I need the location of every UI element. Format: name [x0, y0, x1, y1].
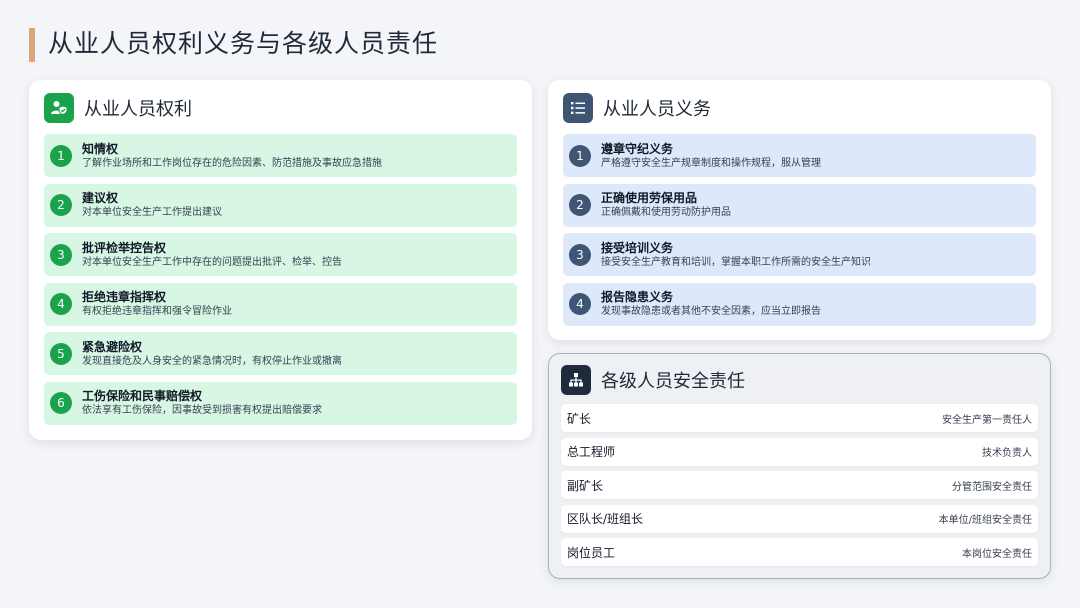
duties-card: 从业人员义务 1 遵章守纪义务 严格遵守安全生产规章制度和操作规程，服从管理 2…	[548, 80, 1051, 340]
duties-item: 4 报告隐患义务 发现事故隐患或者其他不安全因素，应当立即报告	[563, 282, 1036, 326]
duties-item-desc: 严格遵守安全生产规章制度和操作规程，服从管理	[601, 157, 821, 169]
rights-item-desc: 依法享有工伤保险，因事故受到损害有权提出赔偿要求	[82, 405, 322, 416]
rights-item: 1 知情权 了解作业场所和工作岗位存在的危险因素、防范措施及事故应急措施	[44, 134, 517, 177]
rights-item-title: 批评检举控告权	[82, 240, 167, 255]
rights-title: 从业人员权利	[84, 99, 192, 120]
responsibility-duty: 技术负责人	[982, 448, 1032, 459]
rights-item-title: 建议权	[82, 191, 119, 205]
duties-item-desc: 正确佩戴和使用劳动防护用品	[601, 207, 731, 218]
duties-item: 1 遵章守纪义务 严格遵守安全生产规章制度和操作规程，服从管理	[563, 134, 1036, 177]
rights-item-number: 4	[50, 293, 72, 315]
rights-item: 2 建议权 对本单位安全生产工作提出建议	[44, 183, 517, 227]
rights-item-title: 知情权	[82, 141, 119, 156]
responsibility-row: 副矿长 分管范围安全责任	[561, 471, 1038, 499]
duties-item-desc: 发现事故隐患或者其他不安全因素，应当立即报告	[601, 306, 821, 317]
rights-item-desc: 对本单位安全生产工作中存在的问题提出批评、检举、控告	[82, 256, 342, 268]
duties-item-title: 接受培训义务	[601, 240, 674, 255]
responsibility-row: 矿长 安全生产第一责任人	[561, 404, 1038, 432]
duties-item: 3 接受培训义务 接受安全生产教育和培训，掌握本职工作所需的安全生产知识	[563, 233, 1036, 276]
responsibility-role: 矿长	[567, 411, 592, 426]
rights-item-desc: 发现直接危及人身安全的紧急情况时，有权停止作业或撤离	[82, 355, 342, 367]
rights-item-number: 5	[50, 342, 72, 365]
rights-item-desc: 了解作业场所和工作岗位存在的危险因素、防范措施及事故应急措施	[82, 157, 382, 169]
rights-item-desc: 对本单位安全生产工作提出建议	[82, 207, 222, 218]
rights-item-number: 2	[50, 194, 72, 216]
rights-item-title: 工伤保险和民事赔偿权	[82, 389, 203, 403]
responsibility-duty: 本岗位安全责任	[962, 548, 1032, 560]
responsibility-row: 总工程师 技术负责人	[561, 437, 1038, 466]
rights-item-title: 紧急避险权	[82, 339, 143, 354]
duties-item-number: 1	[569, 144, 591, 167]
rights-header: 从业人员权利	[44, 93, 192, 123]
responsibility-duty: 安全生产第一责任人	[942, 414, 1032, 426]
responsibility-title: 各级人员安全责任	[601, 371, 745, 392]
responsibility-list: 矿长 安全生产第一责任人 总工程师 技术负责人 副矿长 分管范围安全责任 区队长…	[561, 404, 1038, 572]
responsibility-row: 岗位员工 本岗位安全责任	[561, 538, 1038, 566]
rights-item: 5 紧急避险权 发现直接危及人身安全的紧急情况时，有权停止作业或撤离	[44, 332, 517, 375]
rights-item: 4 拒绝违章指挥权 有权拒绝违章指挥和强令冒险作业	[44, 282, 517, 326]
duties-item-number: 3	[569, 243, 591, 266]
duties-item-desc: 接受安全生产教育和培训，掌握本职工作所需的安全生产知识	[601, 256, 871, 268]
responsibility-role: 区队长/班组长	[567, 512, 644, 526]
rights-item-title: 拒绝违章指挥权	[82, 290, 167, 304]
rights-item-number: 6	[50, 392, 72, 414]
duties-item-number: 2	[569, 194, 591, 216]
duties-title: 从业人员义务	[603, 99, 711, 120]
responsibility-duty: 分管范围安全责任	[952, 481, 1032, 493]
rights-item: 3 批评检举控告权 对本单位安全生产工作中存在的问题提出批评、检举、控告	[44, 233, 517, 276]
responsibility-header: 各级人员安全责任	[561, 365, 745, 395]
rights-item-number: 1	[50, 144, 72, 167]
user-shield-icon	[44, 93, 74, 123]
responsibility-row: 区队长/班组长 本单位/班组安全责任	[561, 504, 1038, 533]
duties-item-number: 4	[569, 293, 591, 315]
responsibility-role: 副矿长	[567, 478, 604, 493]
responsibility-role: 总工程师	[567, 445, 616, 459]
duties-item-title: 正确使用劳保用品	[601, 191, 698, 205]
rights-item-desc: 有权拒绝违章指挥和强令冒险作业	[82, 306, 232, 317]
page-title: 从业人员权利义务与各级人员责任	[48, 29, 439, 58]
duties-item: 2 正确使用劳保用品 正确佩戴和使用劳动防护用品	[563, 183, 1036, 227]
responsibility-duty: 本单位/班组安全责任	[938, 515, 1032, 526]
duties-header: 从业人员义务	[563, 93, 711, 123]
duties-item-title: 遵章守纪义务	[601, 141, 674, 156]
org-chart-icon	[561, 365, 591, 395]
responsibility-card: 各级人员安全责任 矿长 安全生产第一责任人 总工程师 技术负责人 副矿长 分管范…	[548, 353, 1051, 579]
rights-card: 从业人员权利 1 知情权 了解作业场所和工作岗位存在的危险因素、防范措施及事故应…	[29, 80, 532, 440]
responsibility-role: 岗位员工	[567, 545, 616, 560]
rights-list: 1 知情权 了解作业场所和工作岗位存在的危险因素、防范措施及事故应急措施 2 建…	[44, 134, 517, 431]
rights-item-number: 3	[50, 243, 72, 266]
rights-item: 6 工伤保险和民事赔偿权 依法享有工伤保险，因事故受到损害有权提出赔偿要求	[44, 381, 517, 425]
title-accent-bar	[29, 28, 35, 62]
duties-item-title: 报告隐患义务	[601, 290, 674, 304]
checklist-icon	[563, 93, 593, 123]
duties-list: 1 遵章守纪义务 严格遵守安全生产规章制度和操作规程，服从管理 2 正确使用劳保…	[563, 134, 1036, 332]
